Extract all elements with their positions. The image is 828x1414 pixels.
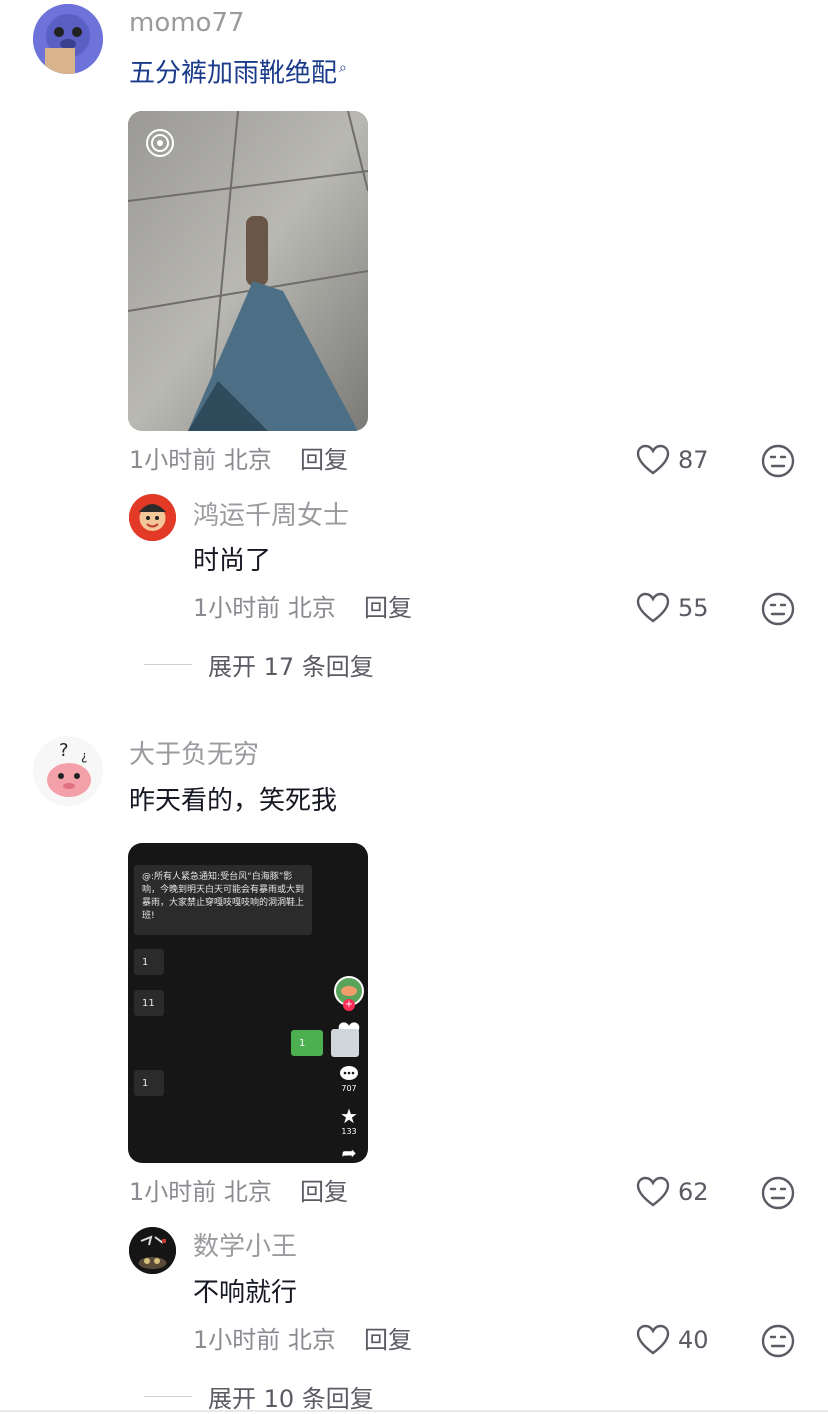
avatar[interactable]: [33, 4, 103, 74]
reply-text: 不响就行: [193, 1278, 298, 1308]
comment-time: 1小时前: [129, 446, 217, 474]
share-icon: ➦: [341, 1143, 357, 1163]
reply-text: 时尚了: [193, 546, 272, 576]
reply-time: 1小时前: [193, 594, 281, 622]
reply-reply-button[interactable]: 回复: [364, 594, 412, 622]
like-button[interactable]: 87: [636, 444, 709, 476]
comment-location: 北京: [223, 1178, 272, 1206]
comment-text-link[interactable]: 五分裤加雨靴绝配: [129, 59, 337, 89]
heart-icon: [636, 444, 670, 475]
heart-icon: [636, 1324, 670, 1355]
inset-photo: [331, 1029, 359, 1057]
reply-button[interactable]: 回复: [300, 446, 348, 474]
heart-icon: [636, 1176, 670, 1207]
comment-icon: [339, 1065, 359, 1083]
comment-location: 北京: [223, 446, 272, 474]
svg-text:¿: ¿: [81, 749, 87, 763]
reply-dislike-button[interactable]: [761, 592, 795, 630]
comment-meta: 1小时前 北京: [129, 446, 272, 474]
star-icon: ★: [340, 1104, 358, 1128]
expand-replies-button[interactable]: 展开 10 条回复: [144, 1379, 374, 1414]
neutral-face-icon: [761, 444, 795, 478]
reply-dislike-button[interactable]: [761, 1324, 795, 1362]
message-bubble: 1: [134, 949, 164, 975]
reply-button[interactable]: 回复: [300, 1178, 348, 1206]
like-count: 40: [678, 1326, 709, 1354]
reply-like-button[interactable]: 40: [636, 1324, 709, 1356]
reply-time: 1小时前: [193, 1326, 281, 1354]
notice-text: @:所有人紧急通知:受台风“白海豚”影响，今晚到明天白天可能会有暴雨或大到暴雨，…: [142, 872, 305, 921]
reply-location: 北京: [287, 1326, 336, 1354]
reply-avatar[interactable]: [129, 494, 176, 541]
comment-time: 1小时前: [129, 1178, 217, 1206]
reply-username[interactable]: 数学小王: [193, 1232, 297, 1262]
neutral-face-icon: [761, 1176, 795, 1210]
expand-replies-button[interactable]: 展开 17 条回复: [144, 647, 374, 682]
reply-location: 北京: [287, 594, 336, 622]
like-count: 62: [678, 1178, 709, 1206]
comment-meta: 1小时前 北京: [129, 1178, 272, 1206]
expand-divider: [144, 664, 192, 665]
message-bubble: 11: [134, 990, 164, 1016]
dislike-button[interactable]: [761, 444, 795, 482]
comment-text: 昨天看的，笑死我: [129, 786, 338, 816]
comment-username[interactable]: momo77: [129, 8, 245, 38]
search-icon[interactable]: ⌕: [339, 60, 347, 76]
svg-text:?: ?: [59, 740, 69, 761]
comment-text: 五分裤加雨靴绝配 ⌕: [129, 53, 347, 89]
expand-replies-label: 展开 17 条回复: [208, 653, 374, 681]
message-bubble: 1: [134, 1070, 164, 1096]
like-count: 87: [678, 446, 709, 474]
comment-image[interactable]: [128, 111, 368, 431]
reply-like-button[interactable]: 55: [636, 592, 709, 624]
reply-meta: 1小时前 北京: [193, 594, 336, 622]
like-count: 55: [678, 594, 709, 622]
message-bubble-self: 1: [291, 1030, 323, 1056]
comment-count: 707: [341, 1084, 357, 1093]
follow-plus-icon: +: [343, 999, 355, 1011]
comment-image[interactable]: @:所有人紧急通知:受台风“白海豚”影响，今晚到明天白天可能会有暴雨或大到暴雨，…: [128, 843, 368, 1163]
like-button[interactable]: 62: [636, 1176, 709, 1208]
expand-replies-label: 展开 10 条回复: [208, 1385, 374, 1413]
dislike-button[interactable]: [761, 1176, 795, 1214]
avatar[interactable]: ? ¿: [33, 736, 103, 806]
neutral-face-icon: [761, 1324, 795, 1358]
favorite-count: 133: [341, 1127, 357, 1136]
neutral-face-icon: [761, 592, 795, 626]
notice-bubble: @:所有人紧急通知:受台风“白海豚”影响，今晚到明天白天可能会有暴雨或大到暴雨，…: [134, 865, 312, 935]
reply-meta: 1小时前 北京: [193, 1326, 336, 1354]
comment-username[interactable]: 大于负无穷: [129, 740, 259, 770]
reply-username[interactable]: 鸿运千周女士: [193, 501, 349, 531]
expand-divider: [144, 1396, 192, 1397]
reply-avatar[interactable]: [129, 1227, 176, 1274]
reply-reply-button[interactable]: 回复: [364, 1326, 412, 1354]
heart-icon: [636, 592, 670, 623]
